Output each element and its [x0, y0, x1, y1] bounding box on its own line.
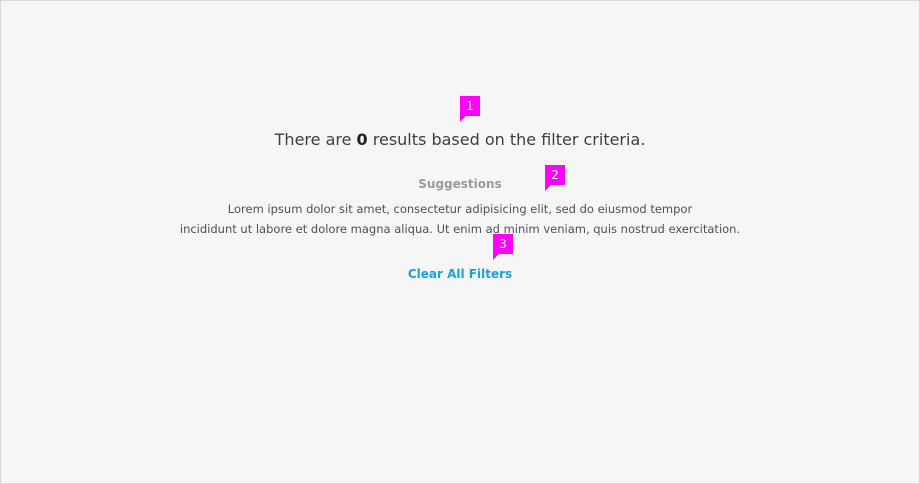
suggestions-text: Lorem ipsum dolor sit amet, consectetur …: [1, 199, 919, 239]
annotation-marker-2: 2: [545, 165, 565, 191]
annotation-number: 1: [460, 96, 480, 116]
clear-all-filters-link[interactable]: Clear All Filters: [408, 267, 512, 281]
headline-suffix: results based on the filter criteria.: [367, 130, 646, 149]
annotation-pointer: [493, 254, 499, 260]
annotation-number: 2: [545, 165, 565, 185]
annotation-marker-1: 1: [460, 96, 480, 122]
annotation-pointer: [545, 185, 551, 191]
suggestions-line-2: incididunt ut labore et dolore magna ali…: [179, 222, 741, 236]
suggestions-line-1: Lorem ipsum dolor sit amet, consectetur …: [227, 202, 693, 216]
headline-prefix: There are: [274, 130, 357, 149]
empty-results-panel: There are 0 results based on the filter …: [0, 0, 920, 484]
result-count: 0: [356, 130, 368, 149]
results-headline: There are 0 results based on the filter …: [1, 129, 919, 151]
clear-filters-row: Clear All Filters: [1, 266, 919, 282]
annotation-marker-3: 3: [493, 234, 513, 260]
suggestions-heading: Suggestions: [418, 177, 502, 191]
annotation-number: 3: [493, 234, 513, 254]
annotation-pointer: [460, 116, 466, 122]
